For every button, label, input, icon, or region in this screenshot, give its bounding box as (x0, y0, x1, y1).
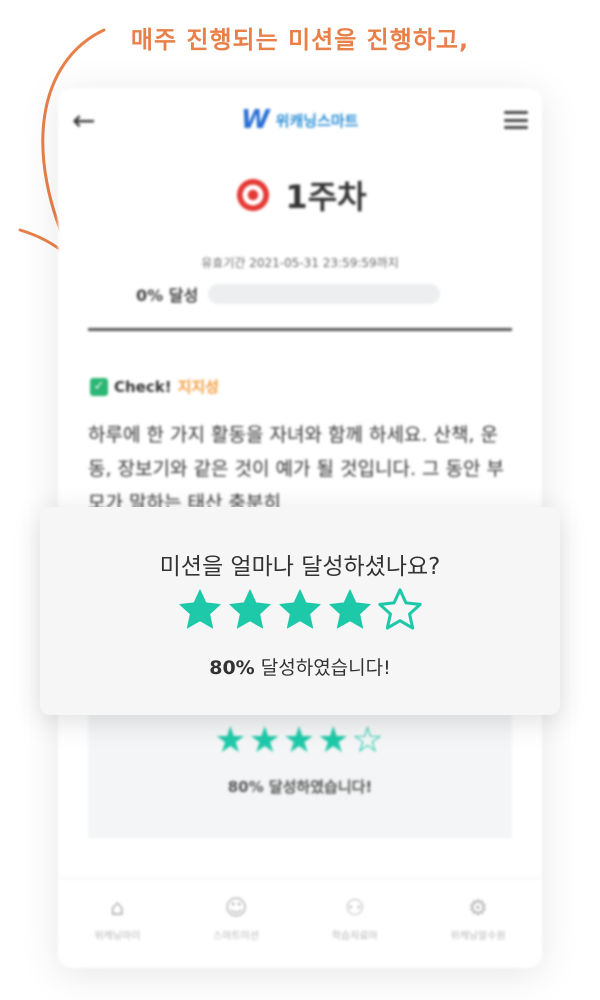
progress-label: 0% 달성 (136, 286, 199, 305)
hamburger-menu-icon[interactable] (504, 111, 528, 129)
nav-label: 학습자료마 (331, 931, 378, 942)
nav-item-community[interactable]: ⚇ 학습자료마 (332, 896, 378, 942)
rating-percent: 80% (209, 657, 255, 679)
echo-result-text: 80% 달성하였습니다! (227, 778, 373, 796)
check-tag: 지지성 (177, 378, 219, 396)
nav-item-home[interactable]: ⌂ 위캐닝마이 (94, 896, 140, 942)
star-empty-icon: ☆ (351, 720, 386, 761)
logo-text: 위캐닝스마트 (275, 111, 359, 130)
star-filled-icon[interactable] (177, 587, 223, 633)
nav-label: 위캐닝알수원 (450, 931, 506, 942)
star-filled-icon[interactable] (227, 587, 273, 633)
rating-result-suffix: 달성하였습니다! (254, 657, 391, 679)
week-title: 1주차 (285, 178, 367, 216)
settings-icon: ⚙ (468, 896, 488, 921)
divider (88, 328, 512, 331)
check-row: ✓ Check! 지지성 (90, 376, 219, 397)
mission-description: 하루에 한 가지 활동을 자녀와 함께 하세요. 산책, 운동, 장보기와 같은… (88, 424, 505, 514)
progress-row: 0% 달성 (136, 282, 441, 306)
check-label: Check! (114, 377, 172, 396)
star-rating[interactable] (40, 587, 560, 633)
star-filled-icon[interactable] (327, 587, 373, 633)
top-bar: ← W 위캐닝스마트 (58, 88, 542, 152)
progress-bar (208, 284, 441, 304)
echo-stars: ★★★★☆ (88, 720, 512, 761)
home-icon: ⌂ (110, 896, 125, 921)
nav-item-settings[interactable]: ⚙ 위캐닝알수원 (450, 896, 505, 942)
back-arrow-icon[interactable]: ← (72, 104, 95, 137)
nav-item-mission[interactable]: ☺ 스마트미션 (213, 896, 259, 942)
logo-mark: W (240, 105, 270, 135)
bottom-nav: ⌂ 위캐닝마이 ☺ 스마트미션 ⚇ 학습자료마 ⚙ 위캐닝알수원 (58, 878, 542, 959)
star-filled-icon: ★ (248, 720, 283, 761)
app-logo: W 위캐닝스마트 (241, 105, 359, 135)
star-filled-icon[interactable] (277, 587, 323, 633)
person-icon: ☺ (224, 896, 248, 921)
target-icon (233, 175, 274, 215)
nav-label: 스마트미션 (213, 931, 260, 942)
nav-label: 위캐닝마이 (94, 931, 141, 942)
star-filled-icon: ★ (282, 720, 318, 761)
rating-question: 미션을 얼마나 달성하셨나요? (159, 554, 441, 580)
community-icon: ⚇ (344, 896, 365, 921)
rating-echo-block: ★★★★☆ 80% 달성하였습니다! (88, 708, 512, 838)
star-empty-icon[interactable] (377, 587, 423, 633)
week-header: 1주차 (58, 172, 542, 218)
rating-modal: 미션을 얼마나 달성하셨나요? 80% 달성하였습니다! (40, 507, 560, 715)
star-filled-icon: ★ (317, 720, 352, 761)
checkbox-icon: ✓ (90, 377, 108, 396)
rating-result: 80% 달성하였습니다! (40, 653, 560, 680)
deadline-text: 유효기간 2021-05-31 23:59:59까지 (201, 256, 399, 270)
star-filled-icon: ★ (214, 720, 249, 761)
